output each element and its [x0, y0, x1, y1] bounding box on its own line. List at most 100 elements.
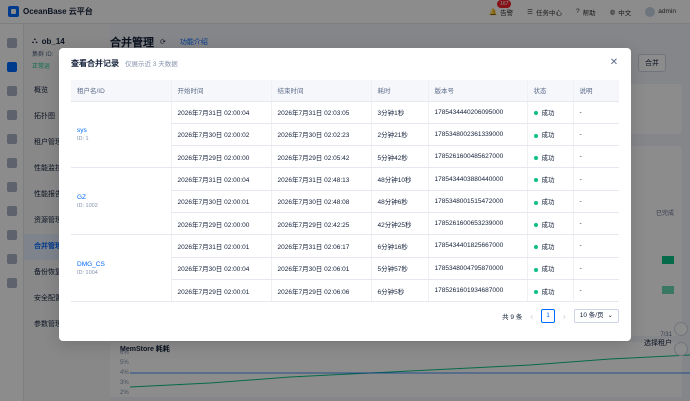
start-time: 2026年7月31日 02:00:04 — [171, 101, 272, 124]
version: 1785434401825667000 — [428, 234, 528, 258]
duration: 48分钟10秒 — [371, 167, 429, 191]
status-text: 成功 — [541, 177, 555, 185]
column-header-duration: 耗时 — [371, 80, 429, 102]
duration: 2分钟21秒 — [371, 123, 429, 147]
status-text: 成功 — [541, 243, 555, 251]
duration: 5分钟42秒 — [371, 145, 429, 169]
table-row: DMG_CS ID: 1004 2026年7月31日 02:00:01 2026… — [71, 234, 619, 303]
end-time: 2026年7月31日 02:06:17 — [271, 234, 372, 258]
start-time: 2026年7月31日 02:00:04 — [171, 167, 272, 191]
page-size-label: 10 条/页 — [579, 312, 604, 319]
table-header-row: 租户名/ID 开始时间 结束时间 耗时 版本号 状态 说明 — [71, 80, 619, 102]
page-number-button[interactable]: 1 — [541, 309, 556, 323]
success-dot-icon — [533, 289, 538, 294]
start-time: 2026年7月30日 02:00:02 — [171, 123, 272, 147]
column-header-note: 说明 — [573, 80, 619, 102]
start-time: 2026年7月31日 02:00:01 — [171, 234, 272, 258]
status-cell: 成功 — [527, 279, 574, 303]
tenant-name-link[interactable]: DMG_CS — [77, 261, 165, 268]
end-time: 2026年7月29日 02:06:06 — [271, 279, 372, 303]
table-row: GZ ID: 1002 2026年7月31日 02:00:04 2026年7月3… — [71, 167, 619, 236]
modal-subtitle: 仅展示近 3 天数据 — [125, 61, 178, 68]
prev-page-icon[interactable]: ‹ — [530, 312, 533, 321]
column-header-version: 版本号 — [428, 80, 528, 102]
start-time: 2026年7月29日 02:00:00 — [171, 212, 272, 236]
tenant-cell: DMG_CS ID: 1004 — [71, 234, 172, 303]
success-dot-icon — [533, 222, 538, 227]
tenant-id: ID: 1 — [77, 135, 89, 142]
next-page-icon[interactable]: › — [563, 312, 566, 321]
note: - — [573, 234, 619, 258]
note: - — [573, 190, 619, 213]
end-time: 2026年7月29日 02:05:42 — [271, 145, 372, 169]
version: 1785434440206095000 — [428, 101, 528, 124]
column-header-end: 结束时间 — [271, 80, 372, 102]
version: 1785348001515472000 — [428, 190, 528, 213]
end-time: 2026年7月29日 02:42:25 — [271, 212, 372, 236]
column-header-start: 开始时间 — [171, 80, 272, 102]
version: 1785261600653239000 — [428, 212, 528, 236]
status-text: 成功 — [541, 288, 555, 296]
page-size-select[interactable]: 10 条/页 ⌄ — [573, 309, 619, 323]
note: - — [573, 101, 619, 124]
status-text: 成功 — [541, 154, 555, 162]
status-cell: 成功 — [527, 257, 574, 280]
table-row: sys ID: 1 2026年7月31日 02:00:04 2026年7月31日… — [71, 101, 619, 169]
column-header-status: 状态 — [527, 80, 574, 102]
note: - — [573, 212, 619, 236]
status-text: 成功 — [541, 110, 555, 118]
tenant-cell: sys ID: 1 — [71, 101, 172, 169]
duration: 5分钟57秒 — [371, 257, 429, 280]
success-dot-icon — [533, 133, 538, 138]
status-text: 成功 — [541, 221, 555, 229]
end-time: 2026年7月30日 02:06:01 — [271, 257, 372, 280]
status-cell: 成功 — [527, 190, 574, 213]
tenant-cell: GZ ID: 1002 — [71, 167, 172, 236]
merge-record-modal: 查看合并记录 仅展示近 3 天数据 ✕ 租户名/ID 开始时间 结束时间 耗时 … — [59, 48, 631, 341]
column-header-tenant: 租户名/ID — [71, 80, 172, 102]
version: 1785261601934687000 — [428, 279, 528, 303]
status-cell: 成功 — [527, 212, 574, 236]
note: - — [573, 257, 619, 280]
start-time: 2026年7月30日 02:00:01 — [171, 190, 272, 213]
close-icon[interactable]: ✕ — [607, 56, 621, 70]
note: - — [573, 167, 619, 191]
status-cell: 成功 — [527, 123, 574, 147]
modal-title: 查看合并记录 — [71, 59, 119, 68]
version: 1785348004795870000 — [428, 257, 528, 280]
duration: 42分钟25秒 — [371, 212, 429, 236]
end-time: 2026年7月30日 02:02:23 — [271, 123, 372, 147]
duration: 3分钟1秒 — [371, 101, 429, 124]
note: - — [573, 279, 619, 303]
status-text: 成功 — [541, 132, 555, 140]
end-time: 2026年7月31日 02:03:05 — [271, 101, 372, 124]
success-dot-icon — [533, 178, 538, 183]
status-cell: 成功 — [527, 145, 574, 169]
chevron-down-icon: ⌄ — [607, 312, 613, 319]
tenant-id: ID: 1004 — [77, 269, 98, 276]
version: 1785261600485627000 — [428, 145, 528, 169]
tenant-name-link[interactable]: GZ — [77, 194, 165, 201]
success-dot-icon — [533, 245, 538, 250]
status-text: 成功 — [541, 266, 555, 274]
merge-record-table: 租户名/ID 开始时间 结束时间 耗时 版本号 状态 说明 sys ID: 1 … — [71, 80, 619, 303]
duration: 48分钟6秒 — [371, 190, 429, 213]
tenant-name-link[interactable]: sys — [77, 127, 165, 134]
tenant-id: ID: 1002 — [77, 202, 98, 209]
start-time: 2026年7月29日 02:00:00 — [171, 145, 272, 169]
note: - — [573, 123, 619, 147]
success-dot-icon — [533, 111, 538, 116]
end-time: 2026年7月30日 02:48:08 — [271, 190, 372, 213]
status-text: 成功 — [541, 199, 555, 207]
start-time: 2026年7月30日 02:00:04 — [171, 257, 272, 280]
success-dot-icon — [533, 156, 538, 161]
success-dot-icon — [533, 267, 538, 272]
duration: 6分钟16秒 — [371, 234, 429, 258]
version: 1785348002361339000 — [428, 123, 528, 147]
pagination: 共 9 条 ‹ 1 › 10 条/页 ⌄ — [502, 309, 619, 323]
status-cell: 成功 — [527, 101, 574, 124]
total-count: 共 9 条 — [502, 314, 523, 321]
status-cell: 成功 — [527, 167, 574, 191]
status-cell: 成功 — [527, 234, 574, 258]
success-dot-icon — [533, 200, 538, 205]
